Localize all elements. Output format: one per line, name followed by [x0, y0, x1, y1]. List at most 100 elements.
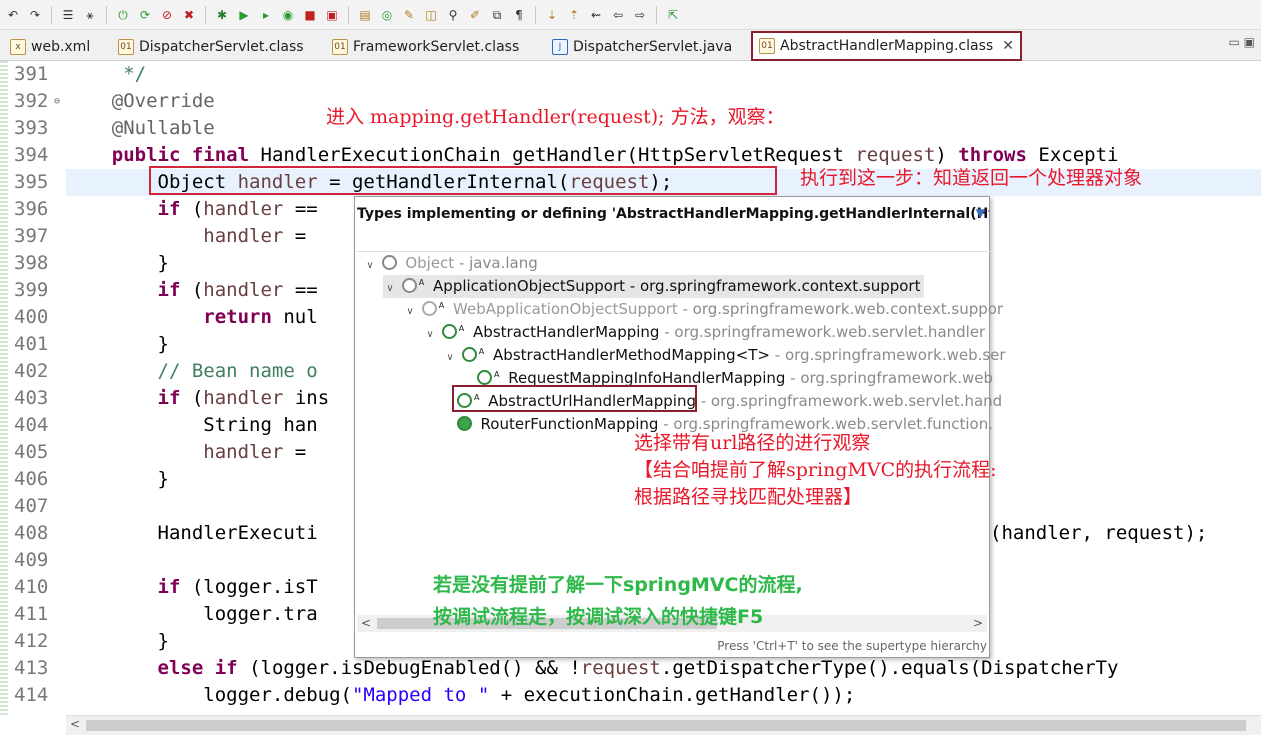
code-line[interactable]: 414 logger.debug("Mapped to " + executio…	[0, 682, 1261, 709]
power-icon[interactable]: ⏻	[114, 6, 132, 24]
code-text: }	[66, 333, 169, 355]
last-edit-icon[interactable]: ⇜	[587, 6, 605, 24]
skip-breakpoints-icon[interactable]: ⊘	[158, 6, 176, 24]
editor-tab-bar: x web.xml 01 DispatcherServlet.class 01 …	[0, 30, 1261, 61]
run-icon[interactable]: ▶	[235, 6, 253, 24]
toolbar-separator	[51, 5, 52, 24]
pin-editor-icon[interactable]: ⇱	[664, 6, 682, 24]
annotation-select-url: 选择带有url路径的进行观察	[634, 432, 871, 454]
refresh-icon[interactable]: ⟳	[136, 6, 154, 24]
line-number: 410	[14, 576, 49, 598]
abstract-modifier-icon: A	[478, 347, 485, 356]
open-folder-icon[interactable]: ◫	[422, 6, 440, 24]
code-text: @Nullable	[66, 117, 215, 139]
list-icon[interactable]: ☰	[59, 6, 77, 24]
external-tools-icon[interactable]: ▣	[323, 6, 341, 24]
code-text: (handler, request);	[990, 522, 1208, 544]
forward-icon[interactable]: ⇨	[631, 6, 649, 24]
stop-icon[interactable]: ■	[301, 6, 319, 24]
tab-label: FrameworkServlet.class	[353, 38, 520, 55]
expand-icon[interactable]: ∨	[443, 346, 457, 369]
expand-icon[interactable]: ∨	[363, 254, 377, 277]
chevron-left-icon[interactable]: <	[70, 717, 80, 731]
toggle-block-icon[interactable]: ⧉	[488, 6, 506, 24]
expand-icon[interactable]: ∨	[403, 300, 417, 323]
tab-label: web.xml	[31, 38, 91, 55]
line-number: 413	[14, 657, 49, 679]
tab-dispatcherservlet-class[interactable]: 01 DispatcherServlet.class	[112, 33, 310, 60]
debug-icon[interactable]: ✱	[213, 6, 231, 24]
abstract-class-icon	[421, 301, 437, 316]
tree-node-requestmappinginfohandlermapping[interactable]: A RequestMappingInfoHandlerMapping - org…	[477, 367, 993, 390]
back-icon[interactable]: ⇦	[609, 6, 627, 24]
format-icon[interactable]: ⚹	[81, 6, 99, 24]
chevron-left-icon[interactable]: <	[361, 616, 371, 630]
editor-scroll-thumb[interactable]	[86, 720, 1246, 731]
xml-file-icon: x	[10, 38, 26, 55]
run-dropdown-icon[interactable]: ▸	[257, 6, 275, 24]
open-type-icon[interactable]: ✎	[400, 6, 418, 24]
abstract-modifier-icon: A	[458, 324, 465, 333]
coverage-icon[interactable]: ◉	[279, 6, 297, 24]
code-text: // Bean name o	[66, 360, 318, 382]
prev-annotation-icon[interactable]: ⇡	[565, 6, 583, 24]
popup-title: Types implementing or defining 'Abstract…	[357, 206, 989, 222]
undo-icon[interactable]: ↶	[4, 6, 22, 24]
abstract-class-icon	[441, 324, 457, 339]
tree-node-object[interactable]: ∨ Object - java.lang	[363, 252, 537, 277]
line-number: 393	[14, 117, 49, 139]
abstract-modifier-icon: A	[418, 278, 425, 287]
tree-node-abstracthandlermethodmapping[interactable]: ∨ A AbstractHandlerMethodMapping<T> - or…	[443, 344, 1005, 369]
code-text: String han	[66, 414, 318, 436]
annotation-debug-f5: 按调试流程走，按调试深入的快捷键F5	[433, 606, 764, 628]
tab-abstracthandlermapping-class[interactable]: 01 AbstractHandlerMapping.class ✕	[751, 31, 1022, 61]
code-line[interactable]: 413 else if (logger.isDebugEnabled() && …	[0, 655, 1261, 682]
line-number: 404	[14, 414, 49, 436]
chevron-right-icon[interactable]: >	[973, 616, 983, 630]
abstract-class-icon	[461, 347, 477, 362]
remove-breakpoints-icon[interactable]: ✖	[180, 6, 198, 24]
class-modifier-icon	[474, 416, 477, 425]
tab-web-xml[interactable]: x web.xml	[4, 33, 96, 60]
toolbar-separator	[535, 5, 536, 24]
tree-node-webapplicationobjectsupport[interactable]: ∨ A WebApplicationObjectSupport - org.sp…	[403, 298, 1003, 321]
next-annotation-icon[interactable]: ⇣	[543, 6, 561, 24]
line-number: 409	[14, 549, 49, 571]
chevron-down-icon[interactable]: ▼	[976, 206, 985, 220]
search-icon[interactable]: ⚲	[444, 6, 462, 24]
line-number: 397	[14, 225, 49, 247]
new-package-icon[interactable]: ▤	[356, 6, 374, 24]
mark-occurrences-icon[interactable]: ✐	[466, 6, 484, 24]
tree-node-abstracturlhandlermapping[interactable]: A AbstractUrlHandlerMapping - org.spring…	[457, 390, 1002, 413]
line-number: 414	[14, 684, 49, 706]
word-wrap-icon[interactable]: ¶	[510, 6, 528, 24]
line-number: 405	[14, 441, 49, 463]
expand-icon[interactable]: ∨	[383, 277, 397, 300]
tab-dispatcherservlet-java[interactable]: J DispatcherServlet.java	[546, 33, 738, 60]
annotation-step: 执行到这一步：知道返回一个处理器对象	[800, 167, 1143, 189]
annotation-find-handler: 根据路径寻找匹配处理器】	[634, 486, 863, 508]
redo-icon[interactable]: ↷	[26, 6, 44, 24]
code-text: handler =	[203, 225, 318, 247]
fold-icon[interactable]: ⊖	[54, 88, 60, 115]
editor-horizontal-scrollbar[interactable]: <	[66, 715, 1261, 735]
code-text: logger.tra	[66, 603, 318, 625]
code-line[interactable]: 391 */	[0, 61, 1261, 88]
tab-label: DispatcherServlet.class	[139, 38, 304, 55]
close-icon[interactable]: ✕	[1002, 38, 1014, 54]
code-text: }	[66, 630, 169, 652]
abstract-modifier-icon: A	[438, 301, 445, 310]
new-class-icon[interactable]: ◎	[378, 6, 396, 24]
class-file-icon: 01	[759, 38, 775, 54]
toolbar-separator	[205, 5, 206, 24]
minimize-maximize-icon[interactable]: ▭ ▣	[1229, 35, 1256, 49]
expand-icon[interactable]: ∨	[423, 323, 437, 346]
tab-label: AbstractHandlerMapping.class	[780, 38, 994, 54]
popup-filter-input[interactable]	[357, 231, 991, 252]
tree-node-abstracthandlermapping[interactable]: ∨ A AbstractHandlerMapping - org.springf…	[423, 321, 985, 344]
class-icon	[457, 416, 472, 431]
class-file-icon: 01	[118, 38, 134, 55]
tree-node-applicationobjectsupport[interactable]: ∨ A ApplicationObjectSupport - org.sprin…	[383, 275, 925, 300]
code-text: if (handler ==	[157, 198, 318, 220]
tab-frameworkservlet-class[interactable]: 01 FrameworkServlet.class	[326, 33, 525, 60]
